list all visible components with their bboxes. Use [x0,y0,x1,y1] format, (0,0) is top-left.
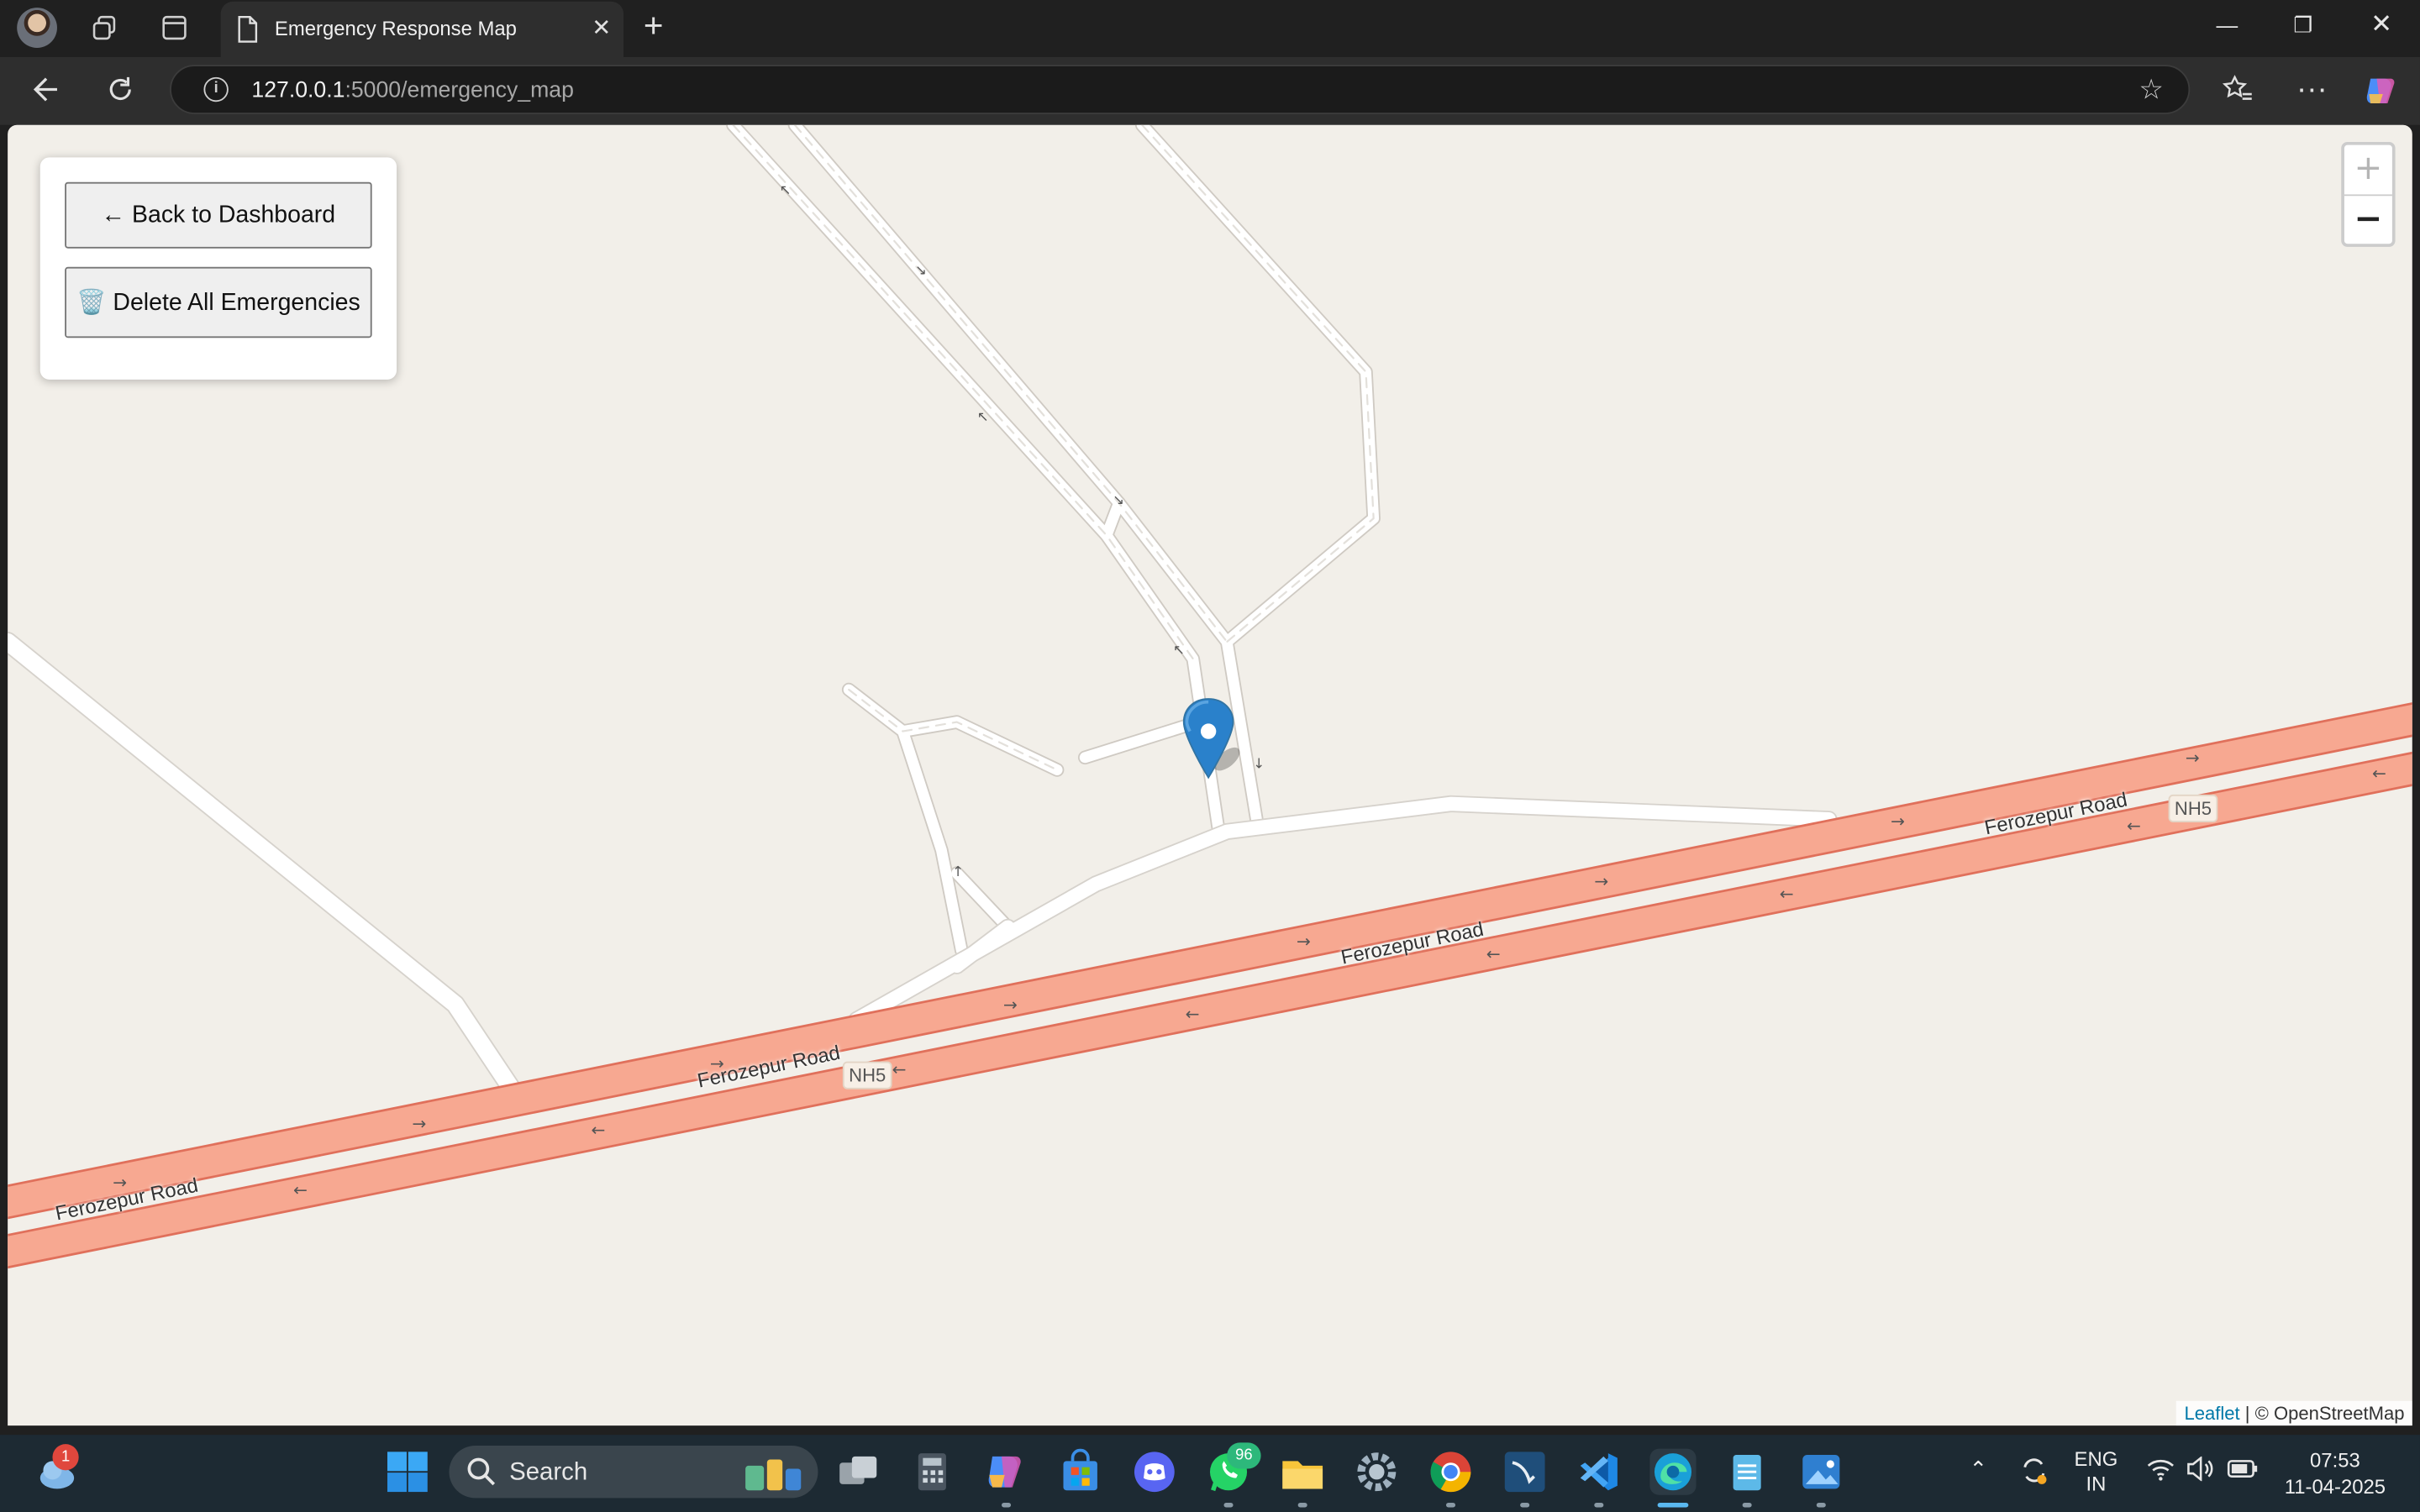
tray-overflow-icon[interactable]: ⌃ [1970,1457,1988,1483]
calculator-icon[interactable] [909,1449,955,1495]
copilot-icon[interactable] [2363,72,2400,115]
mysql-workbench-icon[interactable] [1502,1449,1548,1495]
running-indicator [1297,1502,1307,1508]
region-code: IN [2086,1472,2107,1495]
favorite-star-icon[interactable]: ☆ [2139,74,2164,107]
language-code: ENG [2074,1446,2118,1471]
clock-time: 07:53 [2310,1448,2360,1473]
search-highlight-icon [736,1450,807,1501]
sync-icon[interactable] [2018,1455,2049,1490]
emergency-marker-icon[interactable] [1181,697,1258,787]
svg-text:→: → [1594,871,1608,891]
svg-text:↖: ↖ [977,408,989,424]
running-indicator [1520,1502,1530,1508]
vertical-tabs-icon[interactable] [156,9,193,46]
map-attribution: Leaflet | © OpenStreetMap [2176,1400,2412,1426]
windows-taskbar: 1 Search 96 ⌃ ENG IN 07:53 11-04-2025 [0,1435,2420,1512]
language-indicator[interactable]: ENG IN [2075,1447,2118,1497]
back-arrow-icon[interactable] [31,74,62,111]
svg-text:←: ← [1186,1004,1200,1024]
search-icon [466,1457,497,1495]
restore-icon[interactable]: ❐ [2293,13,2312,39]
whatsapp-badge: 96 [1227,1442,1261,1469]
svg-text:→: → [1891,811,1905,831]
svg-text:↑: ↑ [952,864,964,879]
new-tab-icon[interactable]: + [644,8,664,43]
address-bar-row: i 127.0.0.1:5000/emergency_map ☆ ··· [0,56,2420,125]
running-indicator [1223,1502,1234,1508]
refresh-icon[interactable] [105,74,136,111]
tab-title: Emergency Response Map [274,17,517,40]
clock-date: 11-04-2025 [2284,1474,2386,1499]
leaflet-link[interactable]: Leaflet [2184,1403,2239,1425]
svg-text:←: ← [2127,816,2141,836]
windows-start-icon[interactable] [384,1449,430,1495]
copilot-app-icon[interactable] [983,1449,1029,1495]
close-window-icon[interactable]: ✕ [2370,9,2392,40]
svg-text:↖: ↖ [780,181,792,197]
zoom-control: + − [2341,141,2396,247]
photos-icon[interactable] [1798,1449,1844,1495]
zoom-out-button[interactable]: − [2344,196,2392,245]
running-indicator [1594,1502,1604,1508]
file-explorer-icon[interactable] [1280,1449,1326,1495]
search-placeholder: Search [509,1459,588,1486]
minimize-icon[interactable]: — [2217,13,2238,37]
weather-badge: 1 [52,1444,79,1471]
running-indicator [1816,1502,1826,1508]
vscode-icon[interactable] [1576,1449,1622,1495]
profile-avatar[interactable] [17,8,57,48]
url-text: 127.0.0.1:5000/emergency_map [251,78,574,104]
wifi-icon[interactable] [2147,1457,2175,1486]
url-field[interactable]: i 127.0.0.1:5000/emergency_map ☆ [170,65,2191,114]
svg-text:→: → [1003,995,1018,1015]
svg-text:→: → [412,1113,426,1133]
active-tab[interactable]: Emergency Response Map ✕ [220,1,624,57]
notepad-icon[interactable] [1724,1449,1770,1495]
running-indicator [1445,1502,1456,1508]
svg-text:↘: ↘ [915,262,927,278]
favorites-icon[interactable] [2222,74,2254,111]
svg-text:↖: ↖ [1173,642,1185,658]
site-info-icon[interactable]: i [203,76,229,102]
running-indicator [1002,1502,1012,1508]
workspaces-icon[interactable] [87,9,124,46]
osm-attribution: | © OpenStreetMap [2239,1402,2405,1425]
highway-shield: NH5 [842,1061,892,1089]
svg-text:→: → [1297,932,1311,952]
svg-text:←: ← [293,1179,308,1200]
running-indicator [1742,1502,1752,1508]
taskbar-search[interactable]: Search [449,1445,818,1501]
map-container[interactable]: → → → → → → → → ← ← ← ← ← ← ← ← ↖ ↘ ↖ ↘ ↖ ↓ ↑ Ferozepu… [8,124,2412,1426]
clock[interactable]: 07:53 11-04-2025 [2281,1447,2390,1499]
settings-icon[interactable] [1354,1449,1400,1495]
edge-icon[interactable] [1649,1448,1697,1495]
svg-text:→: → [2186,748,2200,768]
svg-text:↘: ↘ [1113,492,1124,508]
svg-text:←: ← [591,1120,605,1140]
svg-text:←: ← [1780,884,1794,904]
browser-tab-bar: Emergency Response Map ✕ + — ❐ ✕ [0,0,2420,57]
more-options-icon[interactable]: ··· [2296,74,2328,105]
svg-text:←: ← [892,1059,907,1079]
battery-icon[interactable] [2227,1458,2258,1484]
active-indicator [1657,1502,1689,1508]
chrome-icon[interactable] [1428,1449,1474,1495]
highway-shield: NH5 [2168,794,2218,822]
task-view-icon[interactable] [835,1449,881,1495]
svg-text:←: ← [2372,764,2386,784]
zoom-in-button[interactable]: + [2344,145,2392,197]
close-tab-icon[interactable]: ✕ [592,14,611,41]
control-panel: ← Back to Dashboard 🗑️ Delete All Emerge… [39,157,397,380]
discord-icon[interactable] [1131,1449,1177,1495]
delete-all-emergencies-button[interactable]: 🗑️ Delete All Emergencies [65,266,372,339]
back-to-dashboard-button[interactable]: ← Back to Dashboard [65,181,372,249]
store-icon[interactable] [1057,1448,1103,1495]
volume-icon[interactable] [2186,1456,2217,1486]
page-icon [236,15,258,50]
svg-text:←: ← [1486,943,1501,963]
